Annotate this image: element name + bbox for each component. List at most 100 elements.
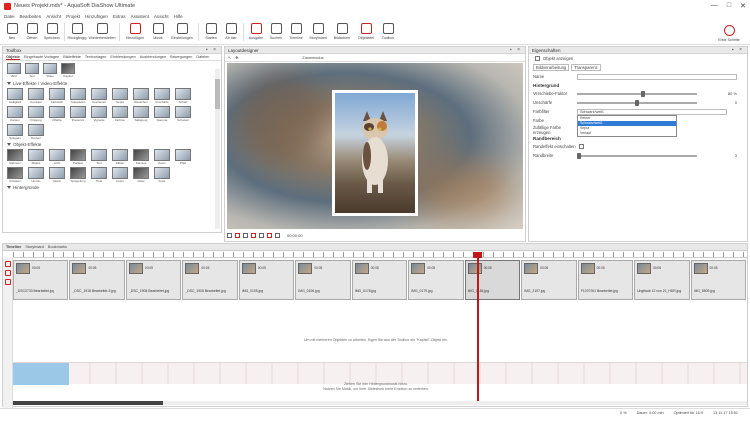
stop-icon[interactable] [235, 232, 240, 238]
slider-knob[interactable] [577, 152, 581, 159]
minimize-button[interactable]: — [711, 2, 718, 10]
add-button[interactable]: Hinzufügen [122, 21, 148, 43]
section-object-effects[interactable]: Objekt-Effekte [3, 141, 221, 148]
object-effect-item[interactable]: Zähler [111, 149, 129, 165]
menu-item-edit[interactable]: Bearbeiten [20, 14, 42, 19]
live-effect-item[interactable]: Farbstich [48, 88, 66, 104]
live-effect-item[interactable]: Schatten [174, 106, 192, 122]
menu-item-extras[interactable]: Extras [113, 14, 126, 19]
live-effect-item[interactable]: Rauschen [132, 88, 150, 104]
scroll-thumb[interactable] [215, 79, 220, 109]
panel-pin-close[interactable]: ▪ × [206, 47, 218, 54]
menu-item-view[interactable]: Ansicht [46, 14, 61, 19]
timeline-clip[interactable]: 00:05 P1070761 Bearbeitet.jpg [577, 260, 634, 300]
time-ruler[interactable] [13, 252, 747, 258]
tab-bookmarks[interactable]: Bookmarks [48, 245, 67, 249]
object-image[interactable]: Bild [6, 63, 22, 78]
search-button[interactable]: Suchen [266, 21, 286, 43]
live-effect-item[interactable]: Invertieren [90, 88, 108, 104]
hand-tool-icon[interactable]: ✥ [235, 55, 238, 60]
shift-factor-value[interactable]: 80 % [728, 91, 737, 96]
live-effect-item[interactable]: Drehen [27, 124, 45, 140]
scroll-thumb[interactable] [13, 401, 163, 405]
live-effect-item[interactable]: Prägung [27, 106, 45, 122]
dropdown-option[interactable]: Verlauf [578, 131, 676, 136]
panel-pin-close[interactable]: ▪ × [732, 47, 744, 54]
object-effect-item[interactable]: Spiegelung [69, 167, 87, 183]
fullscreen-icon[interactable] [275, 232, 280, 238]
save-button[interactable]: Speichern [42, 21, 62, 43]
live-effect-item[interactable]: Unschärfe [153, 88, 171, 104]
color-filter-select[interactable]: Schwarz/weiß [577, 108, 727, 115]
new-button[interactable]: Neu [2, 21, 22, 43]
rewind-icon[interactable] [259, 232, 264, 238]
blur-value[interactable]: 0 [735, 100, 737, 105]
next-icon[interactable] [251, 232, 256, 238]
audio-track[interactable] [13, 362, 747, 385]
timeline-clip[interactable]: 00:05 _DSC_1905 Bearbeitet.jpg [182, 260, 238, 300]
live-effect-item[interactable]: Sepia [111, 88, 129, 104]
live-effect-item[interactable]: Graustufen [69, 88, 87, 104]
menu-item-help[interactable]: Hilfe [174, 14, 183, 19]
object-effect-item[interactable]: Gitter [132, 167, 150, 183]
live-effect-item[interactable]: Kanten [6, 106, 24, 122]
slider-knob[interactable] [635, 99, 639, 106]
object-effect-item[interactable]: Zoom [153, 149, 171, 165]
tab-files[interactable]: Dateien [196, 55, 209, 59]
audio-track-icon[interactable] [5, 279, 11, 285]
timeline-clip[interactable]: 00:05 IMG_2197.jpg [521, 260, 577, 300]
name-input[interactable] [577, 73, 737, 80]
section-live-effects[interactable]: Live-Effekte / Video-Effekte [3, 80, 221, 87]
live-effect-item[interactable]: Farbton [111, 106, 129, 122]
live-effect-item[interactable]: Posterize [69, 106, 87, 122]
screen-button[interactable]: Bildschirm [330, 21, 354, 43]
slider-knob[interactable] [640, 90, 645, 97]
tab-fade-in[interactable]: Einblendungen [110, 55, 135, 59]
tab-motions[interactable]: Bewegungen [170, 55, 192, 59]
panel-pin-close[interactable]: ▪ × [510, 47, 522, 54]
zoom-mode-select[interactable]: Zoommodus [302, 56, 323, 60]
undo-button[interactable]: Rückgängig [67, 21, 87, 43]
tab-image-processing[interactable]: Bildverarbeitung [533, 64, 570, 71]
shift-factor-slider[interactable] [577, 90, 697, 97]
timeline-clip[interactable]: 00:05 _DSC_1905 Bearbeitet.jpg [125, 260, 182, 300]
tab-fade-out[interactable]: Ausblendungen [140, 55, 166, 59]
object-chapter[interactable]: Kapitel [60, 63, 76, 78]
live-effect-item[interactable]: Gamma [153, 106, 171, 122]
border-width-slider[interactable] [577, 152, 697, 159]
section-backgrounds[interactable]: Hintergründe [3, 184, 221, 191]
object-video[interactable]: Video [42, 63, 58, 78]
object-effect-item[interactable]: Glanz [48, 167, 66, 183]
text-track-icon[interactable] [5, 270, 11, 276]
object-effect-item[interactable]: Partikel [69, 149, 87, 165]
timeline-clip[interactable]: 00:05 IMG_8509.jpg [690, 260, 746, 300]
toolbox-button[interactable]: Toolbox [378, 21, 398, 43]
object-effect-item[interactable]: Pfad [174, 149, 192, 165]
object-effect-item[interactable]: Kamera [132, 149, 150, 165]
live-effect-item[interactable]: Sättigung [132, 106, 150, 122]
timeline-clip[interactable]: 00:05 IMG_0106.jpg [295, 260, 351, 300]
cursor-tool-icon[interactable]: ↖ [228, 55, 231, 60]
tab-text-templates[interactable]: Textvorlagen [85, 55, 107, 59]
border-effect-checkbox[interactable] [579, 144, 584, 149]
preview-canvas[interactable] [227, 63, 523, 229]
menu-item-file[interactable]: Datei [4, 14, 15, 19]
show-object-checkbox[interactable] [535, 56, 540, 61]
object-effect-item[interactable]: Tiefe [90, 167, 108, 183]
timeline-clip[interactable]: 00:05 IMG_0179.jpg [408, 260, 464, 300]
timeline-clip[interactable]: 00:05IMG_0184.jpg [464, 260, 521, 300]
live-effect-item[interactable]: Vignette [90, 106, 108, 122]
tab-transparency[interactable]: Transparenz [571, 64, 601, 71]
timeline-clip[interactable]: 00:05 IMG_0105.jpg [238, 260, 295, 300]
object-effect-item[interactable]: Kreis [153, 167, 171, 183]
object-effect-item[interactable]: Rotation [6, 167, 24, 183]
tab-templates[interactable]: Eingebaute Vorlagen [24, 55, 59, 59]
tab-storyboard[interactable]: Storyboard [25, 245, 44, 249]
timeline-clip[interactable]: 00:05 _DSC_1918 Bearbeitet-3.jpg [69, 260, 125, 300]
tab-image-effects[interactable]: Bildeffekte [63, 55, 81, 59]
tab-timeline[interactable]: Timeline [6, 245, 21, 249]
title-button[interactable]: Objekttitel [354, 21, 378, 43]
object-effect-item[interactable]: Linien [111, 167, 129, 183]
timeline-clip[interactable]: 00:05 Ungflaub 12 von 21_HDR.jpg [634, 260, 690, 300]
timeline-button[interactable]: Timeline [286, 21, 306, 43]
